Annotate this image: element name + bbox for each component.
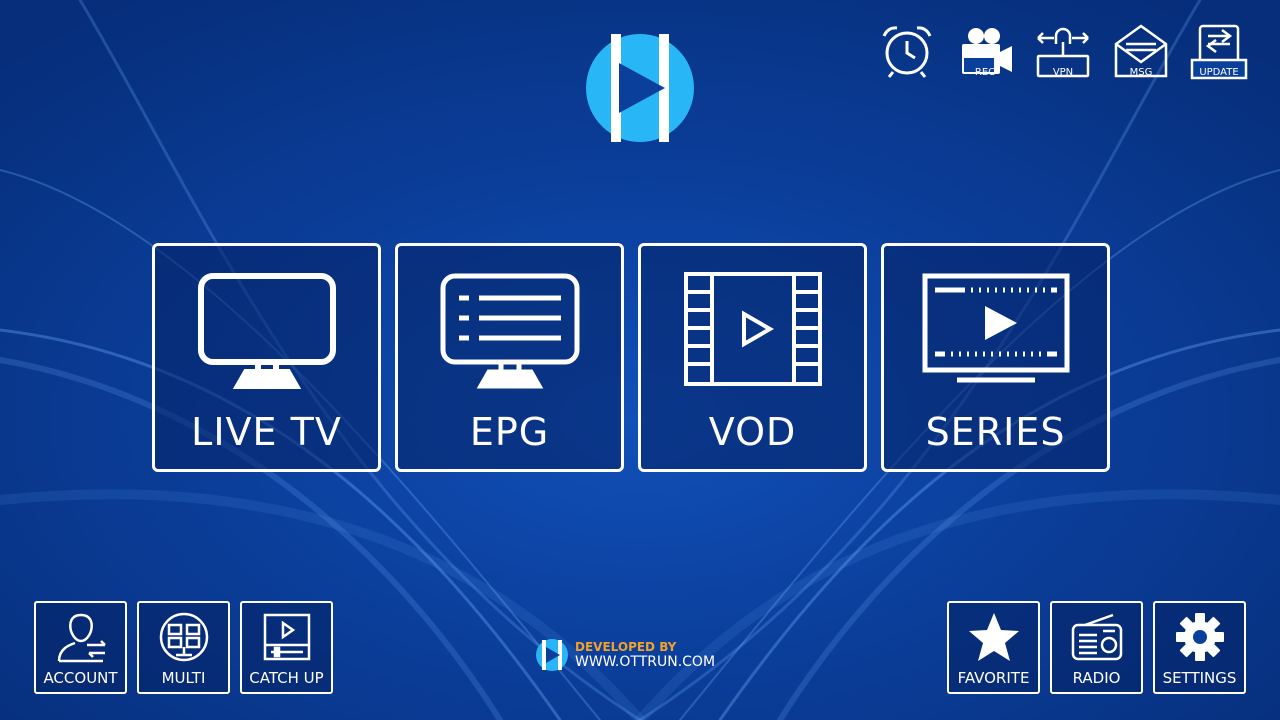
developer-site-link[interactable]: WWW.OTTRUN.COM <box>575 655 715 670</box>
account-label: ACCOUNT <box>43 669 118 687</box>
bottom-right-menu: FAVORITE RADIO SETTINGS <box>947 601 1246 694</box>
update-label: UPDATE <box>1199 67 1239 78</box>
radio-button[interactable]: RADIO <box>1050 601 1143 694</box>
radio-icon <box>1071 613 1122 661</box>
main-menu: LIVE TV EPG VOD SERIES <box>152 243 1110 472</box>
developed-by-label: DEVELOPED BY <box>575 640 677 654</box>
film-strip-icon <box>683 272 822 386</box>
epg-tile[interactable]: EPG <box>395 243 624 472</box>
rec-button[interactable]: REC <box>956 22 1014 82</box>
settings-label: SETTINGS <box>1162 669 1237 687</box>
radio-label: RADIO <box>1072 669 1121 687</box>
play-circle-logo-icon <box>586 34 694 142</box>
vod-label: VOD <box>708 410 797 454</box>
top-toolbar: REC VPN MSG UPDATE <box>878 22 1248 82</box>
rec-label: REC <box>974 67 996 78</box>
catch-up-icon <box>263 613 310 661</box>
alarm-clock-button[interactable] <box>878 22 936 82</box>
update-button[interactable]: UPDATE <box>1190 22 1248 82</box>
bottom-left-menu: ACCOUNT MULTI CATCH UP <box>34 601 333 694</box>
developer-credit: DEVELOPED BY WWW.OTTRUN.COM <box>535 638 715 672</box>
msg-label: MSG <box>1129 67 1153 78</box>
alarm-clock-icon <box>882 26 932 78</box>
multi-screen-icon <box>159 612 208 662</box>
live-tv-label: LIVE TV <box>191 410 342 454</box>
series-tile[interactable]: SERIES <box>881 243 1110 472</box>
vpn-label: VPN <box>1052 67 1074 78</box>
vpn-button[interactable]: VPN <box>1034 22 1092 82</box>
tv-monitor-icon <box>197 273 336 389</box>
star-icon <box>968 613 1019 661</box>
account-user-icon <box>57 613 106 663</box>
favorite-label: FAVORITE <box>957 669 1030 687</box>
catch-up-label: CATCH UP <box>249 669 324 687</box>
live-tv-tile[interactable]: LIVE TV <box>152 243 381 472</box>
epg-label: EPG <box>469 410 550 454</box>
msg-button[interactable]: MSG <box>1112 22 1170 82</box>
account-button[interactable]: ACCOUNT <box>34 601 127 694</box>
vod-tile[interactable]: VOD <box>638 243 867 472</box>
favorite-button[interactable]: FAVORITE <box>947 601 1040 694</box>
multi-label: MULTI <box>161 669 206 687</box>
settings-button[interactable]: SETTINGS <box>1153 601 1246 694</box>
series-play-icon <box>922 273 1069 383</box>
epg-list-icon <box>440 273 579 389</box>
gear-icon <box>1175 613 1224 661</box>
series-label: SERIES <box>925 410 1066 454</box>
catch-up-button[interactable]: CATCH UP <box>240 601 333 694</box>
multi-button[interactable]: MULTI <box>137 601 230 694</box>
developer-logo-icon <box>536 639 568 671</box>
